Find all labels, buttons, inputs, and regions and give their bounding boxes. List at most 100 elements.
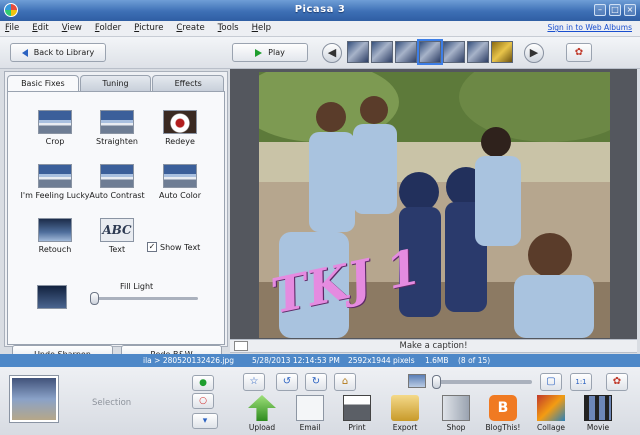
- file-size: 1.6MB: [425, 356, 449, 365]
- film-icon: [584, 395, 612, 421]
- straighten-icon: [100, 110, 134, 134]
- collage-icon: [537, 395, 565, 421]
- menu-create[interactable]: Create: [176, 23, 204, 33]
- print-label: Print: [348, 423, 366, 432]
- movie-button[interactable]: Movie: [577, 395, 619, 432]
- redeye-tool[interactable]: Redeye: [140, 110, 220, 146]
- minimize-button[interactable]: –: [594, 4, 606, 16]
- export-button[interactable]: Export: [384, 395, 426, 432]
- collage-button[interactable]: Collage: [530, 395, 572, 432]
- arrow-left-icon: [21, 48, 28, 57]
- fill-light-slider[interactable]: [90, 292, 198, 305]
- export-label: Export: [392, 423, 418, 432]
- selection-label: Selection: [92, 398, 132, 408]
- photo-tray: Selection ● ○ ▾ ☆ ↺ ↻ ⌂ ▢ 1:1 ✿ Upload E…: [0, 367, 640, 435]
- sign-in-link[interactable]: Sign in to Web Albums: [547, 23, 632, 32]
- shop-button[interactable]: Shop: [435, 395, 477, 432]
- retouch-icon: [38, 218, 72, 242]
- menu-view[interactable]: View: [62, 23, 82, 33]
- fill-light-icon: [37, 285, 67, 309]
- fit-view-button[interactable]: ▢: [540, 373, 562, 391]
- caption-placeholder: Make a caption!: [399, 341, 468, 351]
- menu-picture[interactable]: Picture: [134, 23, 163, 33]
- auto-color-tool[interactable]: Auto Color: [140, 164, 220, 200]
- close-button[interactable]: ×: [624, 4, 636, 16]
- photo-info-bar: ila > 280520132426.jpg 5/28/2013 12:14:5…: [0, 354, 640, 367]
- text-abc-icon: ABC: [100, 218, 134, 242]
- blogthis-button[interactable]: B BlogThis!: [482, 395, 524, 432]
- menu-help[interactable]: Help: [252, 23, 271, 33]
- filmstrip-thumb[interactable]: [347, 41, 369, 63]
- filmstrip-thumb[interactable]: [371, 41, 393, 63]
- zoom-slider-handle[interactable]: [432, 375, 441, 389]
- redeye-icon: [163, 110, 197, 134]
- shop-label: Shop: [446, 423, 466, 432]
- actual-size-button[interactable]: 1:1: [570, 373, 592, 391]
- color-swatch-button[interactable]: ✿: [606, 373, 628, 391]
- filmstrip-thumb[interactable]: [443, 41, 465, 63]
- color-wheel-icon: ✿: [574, 47, 584, 58]
- show-text-checkbox[interactable]: ✓ Show Text: [147, 242, 200, 252]
- auto-color-label: Auto Color: [158, 191, 201, 200]
- color-wheel-button[interactable]: ✿: [566, 43, 592, 62]
- clear-tray-button[interactable]: ○: [192, 393, 214, 409]
- main-photo[interactable]: TKJ 1: [259, 72, 610, 338]
- back-to-library-label: Back to Library: [33, 48, 95, 57]
- back-to-library-button[interactable]: Back to Library: [10, 43, 106, 62]
- filmstrip-thumb[interactable]: [491, 41, 513, 63]
- movie-label: Movie: [586, 423, 610, 432]
- tab-tuning[interactable]: Tuning: [79, 75, 152, 92]
- tray-thumbnail[interactable]: [9, 375, 59, 423]
- photo-position: (8 of 15): [458, 356, 491, 365]
- add-to-album-button[interactable]: ▾: [192, 413, 218, 429]
- text-label: Text: [108, 245, 126, 254]
- play-slideshow-button[interactable]: Play: [232, 43, 308, 62]
- next-photo-button[interactable]: ▶: [524, 43, 544, 63]
- caption-field[interactable]: Make a caption!: [230, 339, 637, 353]
- menu-edit[interactable]: Edit: [32, 23, 48, 33]
- window-title: Picasa 3: [294, 4, 346, 15]
- redeye-label: Redeye: [165, 137, 195, 146]
- email-button[interactable]: Email: [289, 395, 331, 432]
- hold-pin-button[interactable]: ●: [192, 375, 214, 391]
- previous-photo-button[interactable]: ◀: [322, 43, 342, 63]
- photo-datetime: 5/28/2013 12:14:53 PM: [252, 356, 340, 365]
- star-button[interactable]: ☆: [243, 373, 265, 391]
- title-bar: Picasa 3 – □ ×: [0, 0, 640, 21]
- play-label: Play: [268, 48, 285, 57]
- maximize-button[interactable]: □: [609, 4, 621, 16]
- print-button[interactable]: Print: [336, 395, 378, 432]
- fill-light-slider-handle[interactable]: [90, 292, 99, 305]
- blogthis-label: BlogThis!: [485, 423, 521, 432]
- menu-tools[interactable]: Tools: [218, 23, 239, 33]
- filmstrip-thumb[interactable]: [395, 41, 417, 63]
- checkmark-icon: ✓: [147, 242, 157, 252]
- folder-icon: [391, 395, 419, 421]
- upload-arrow-icon: [248, 395, 276, 421]
- play-icon: [255, 48, 263, 57]
- crop-icon: [38, 110, 72, 134]
- filmstrip-thumb-selected[interactable]: [417, 39, 443, 65]
- rotate-right-button[interactable]: ↻: [305, 373, 327, 391]
- tag-button[interactable]: ⌂: [334, 373, 356, 391]
- filmstrip-thumb[interactable]: [467, 41, 489, 63]
- edit-panel: Basic Fixes Tuning Effects Crop Straight…: [4, 71, 228, 365]
- menu-folder[interactable]: Folder: [95, 23, 121, 33]
- email-label: Email: [299, 423, 321, 432]
- feeling-lucky-icon: [38, 164, 72, 188]
- photo-dimensions: 2592x1944 pixels: [348, 356, 415, 365]
- fill-light-label: Fill Light: [120, 282, 154, 291]
- tab-effects[interactable]: Effects: [152, 75, 225, 92]
- upload-label: Upload: [248, 423, 276, 432]
- menu-file[interactable]: File: [5, 23, 19, 33]
- auto-contrast-icon: [100, 164, 134, 188]
- zoom-slider[interactable]: [432, 375, 532, 389]
- rotate-left-button[interactable]: ↺: [276, 373, 298, 391]
- show-text-label: Show Text: [160, 242, 201, 252]
- shop-icon: [442, 395, 470, 421]
- tab-basic-fixes[interactable]: Basic Fixes: [7, 75, 79, 92]
- text-tool[interactable]: ABC Text: [77, 218, 157, 254]
- upload-button[interactable]: Upload: [241, 395, 283, 432]
- file-path: ila > 280520132426.jpg: [143, 356, 235, 365]
- auto-color-icon: [163, 164, 197, 188]
